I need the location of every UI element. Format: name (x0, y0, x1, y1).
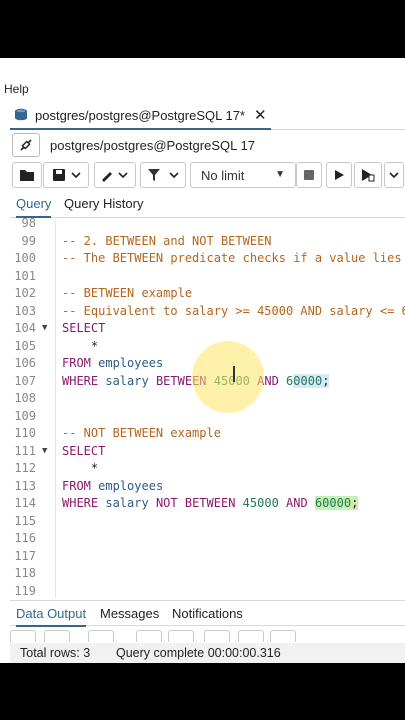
line-number: 113 (14, 478, 36, 493)
open-file-button[interactable] (12, 162, 42, 188)
row-limit-select[interactable]: No limit ▼ (190, 162, 296, 188)
play-script-icon (362, 169, 375, 182)
save-data-button[interactable] (168, 630, 194, 642)
close-tab-icon[interactable]: ✕ (254, 106, 267, 124)
code-line[interactable]: -- NOT BETWEEN example (62, 426, 405, 440)
code-line[interactable]: -- BETWEEN example (62, 286, 405, 300)
play-icon (335, 170, 344, 180)
line-gutter: 98 99 100 101 102 103 104 ▼ 105 106 107 108 109 110 11… (10, 216, 56, 598)
code-line[interactable]: SELECT (62, 321, 405, 335)
tab-query[interactable]: Query (16, 196, 52, 218)
line-number: 119 (14, 583, 36, 598)
line-number: 108 (14, 391, 36, 405)
connection-bar: postgres/postgres@PostgreSQL 17 (12, 132, 405, 158)
line-number: 106 (14, 356, 36, 370)
line-number: 116 (14, 531, 36, 545)
filter-button[interactable] (140, 162, 186, 188)
execute-options-button[interactable] (384, 162, 404, 188)
editor-tab-bar: postgres/postgres@PostgreSQL 17* ✕ (10, 102, 405, 130)
line-number: 109 (14, 408, 36, 423)
line-number: 100 (14, 251, 36, 265)
execute-button[interactable] (326, 162, 352, 188)
copy-button[interactable] (44, 630, 70, 642)
query-tab-title: postgres/postgres@PostgreSQL 17* (35, 107, 245, 123)
row-limit-value: No limit (201, 167, 245, 183)
line-number: 104 (14, 321, 36, 335)
filter-icon (148, 169, 179, 181)
line-number: 107 (14, 373, 36, 388)
line-number: 114 (14, 496, 36, 510)
delete-button[interactable] (136, 630, 162, 642)
stop-icon (304, 170, 314, 180)
folder-icon (20, 170, 34, 181)
edit-menu-button[interactable] (94, 162, 136, 188)
line-number: 102 (14, 286, 36, 300)
add-row-button[interactable] (10, 630, 36, 642)
line-number: 99 (21, 233, 36, 248)
line-number: 118 (14, 566, 36, 580)
save-icon (53, 169, 81, 181)
editor-subtabs: Query Query History (10, 192, 405, 218)
status-bar: Total rows: 3 Query complete 00:00:00.31… (10, 643, 405, 663)
code-line[interactable]: -- The BETWEEN predicate checks if a val… (62, 251, 405, 265)
connection-status-icon[interactable] (12, 133, 40, 157)
pgadmin-window: Help postgres/postgres@PostgreSQL 17* ✕ … (0, 58, 405, 663)
fold-toggle-icon[interactable]: ▼ (42, 323, 47, 333)
results-tabs: Data Output Messages Notifications (10, 600, 405, 627)
chevron-down-icon: ▼ (275, 169, 285, 180)
line-number: 111 (14, 443, 36, 458)
code-line[interactable]: SELECT (62, 444, 405, 458)
chevron-down-icon (389, 172, 399, 179)
filter-rows-button[interactable] (238, 630, 264, 642)
fold-toggle-icon[interactable]: ▼ (42, 446, 47, 456)
line-number: 103 (14, 303, 36, 318)
line-number: 117 (14, 548, 36, 563)
line-number: 98 (21, 216, 36, 230)
query-status: Query complete 00:00:00.316 (116, 646, 281, 660)
execute-script-button[interactable] (354, 162, 382, 188)
results-toolbar (10, 628, 405, 642)
code-line[interactable]: -- 2. BETWEEN and NOT BETWEEN (62, 234, 405, 248)
tab-data-output[interactable]: Data Output (16, 606, 87, 627)
menu-help[interactable]: Help (4, 82, 29, 96)
line-number: 115 (14, 513, 36, 528)
query-tab[interactable]: postgres/postgres@PostgreSQL 17* ✕ (10, 102, 271, 130)
code-line[interactable]: FROM employees (62, 479, 405, 493)
code-line[interactable]: * (62, 461, 405, 475)
tab-notifications[interactable]: Notifications (172, 606, 243, 627)
stop-button[interactable] (296, 162, 322, 188)
total-rows: Total rows: 3 (20, 646, 91, 660)
pencil-icon (102, 172, 128, 182)
line-number: 105 (14, 338, 36, 353)
save-button[interactable] (43, 162, 89, 188)
line-number: 112 (14, 461, 36, 475)
code-line[interactable]: -- Equivalent to salary >= 45000 AND sal… (62, 304, 405, 318)
line-number: 110 (14, 426, 36, 440)
tab-query-history[interactable]: Query History (64, 196, 143, 218)
mouse-cursor-highlight (192, 341, 264, 413)
line-number: 101 (14, 268, 36, 283)
query-toolbar: No limit ▼ (12, 160, 405, 190)
text-cursor-icon (233, 366, 235, 382)
sql-editor[interactable]: 98 99 100 101 102 103 104 ▼ 105 106 107 108 109 110 11… (10, 216, 405, 598)
tab-messages[interactable]: Messages (100, 606, 159, 627)
paste-button[interactable] (88, 630, 114, 642)
database-icon (15, 108, 27, 121)
menu-bar: Help (0, 58, 405, 100)
code-line[interactable]: WHERE salary NOT BETWEEN 45000 AND 60000… (62, 496, 405, 510)
download-button[interactable] (204, 630, 230, 642)
sql-button[interactable] (270, 630, 296, 642)
connection-label[interactable]: postgres/postgres@PostgreSQL 17 (50, 138, 255, 153)
